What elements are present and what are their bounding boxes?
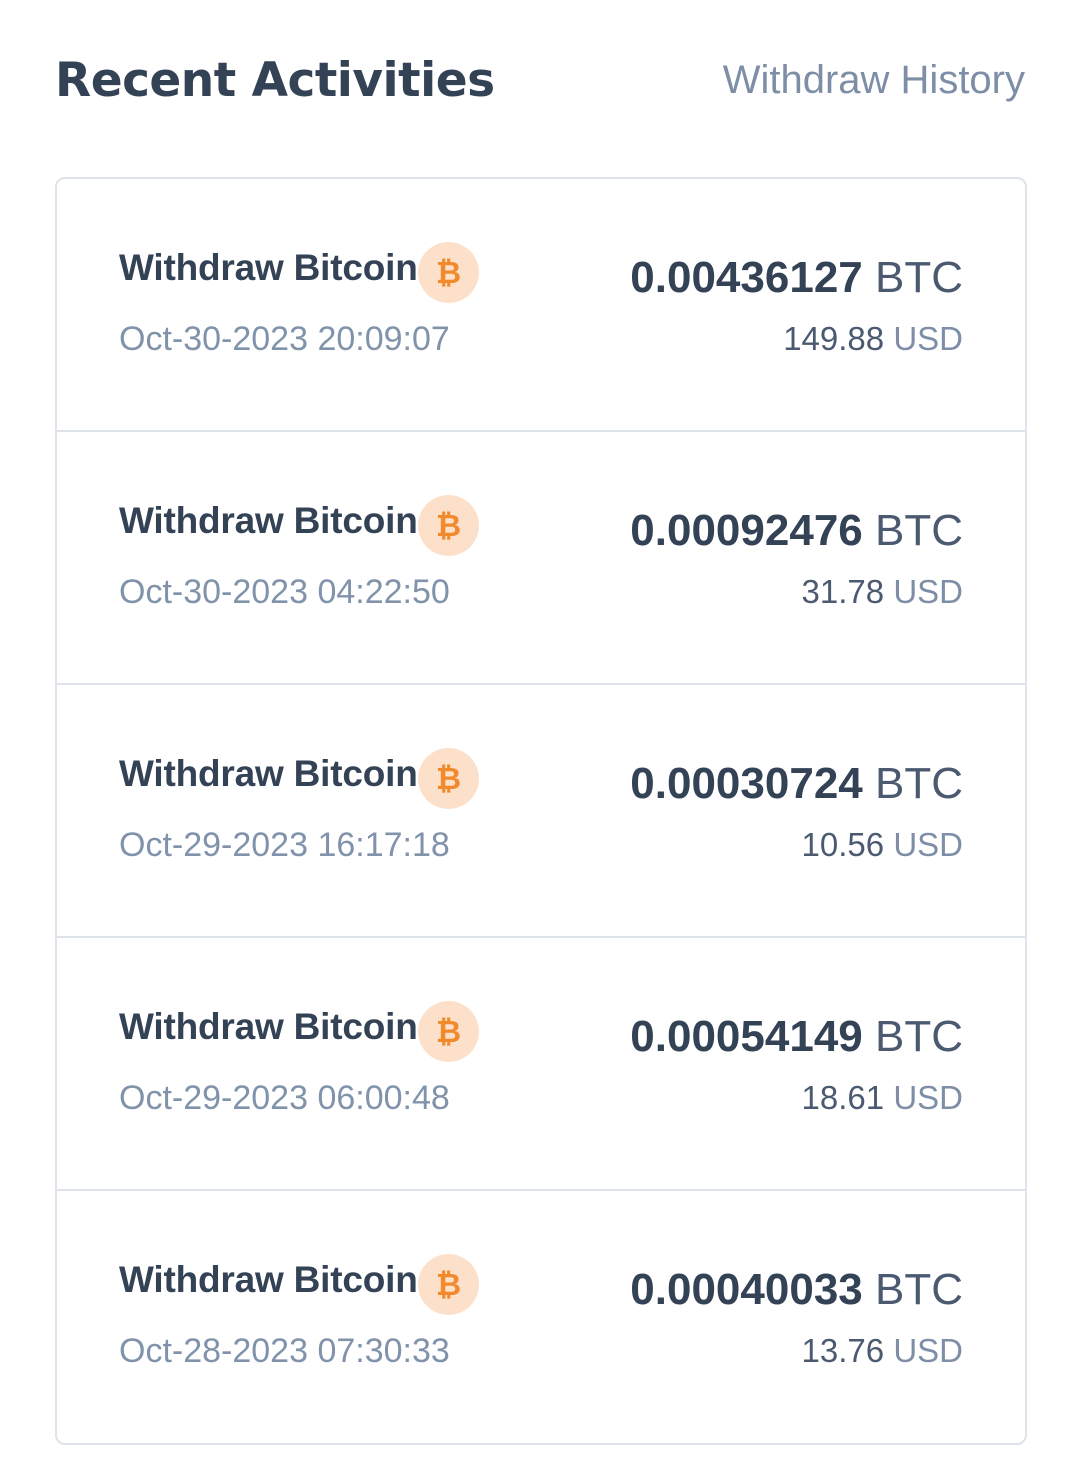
activity-fiat: 31.78 USD <box>802 573 963 611</box>
fiat-unit: USD <box>893 1079 963 1116</box>
amount-unit: BTC <box>875 1012 963 1061</box>
page-title: Recent Activities <box>55 52 495 108</box>
bitcoin-icon: ₿ <box>418 1001 479 1062</box>
activity-date: Oct-28-2023 07:30:33 <box>119 1332 450 1370</box>
activity-fiat: 10.56 USD <box>802 826 963 864</box>
bitcoin-icon: ₿ <box>418 1254 479 1315</box>
fiat-unit: USD <box>893 320 963 357</box>
activity-row[interactable]: Withdraw Bitcoin ₿ Oct-29-2023 16:17:18 … <box>57 685 1025 938</box>
activity-row[interactable]: Withdraw Bitcoin ₿ Oct-30-2023 20:09:07 … <box>57 179 1025 432</box>
fiat-value: 31.78 <box>801 573 885 610</box>
fiat-unit: USD <box>893 1332 963 1369</box>
amount-value: 0.00040033 <box>630 1265 863 1314</box>
activity-label: Withdraw Bitcoin <box>119 247 418 288</box>
amount-unit: BTC <box>875 253 963 302</box>
fiat-unit: USD <box>893 573 963 610</box>
activity-date: Oct-29-2023 16:17:18 <box>119 826 450 864</box>
amount-unit: BTC <box>875 506 963 555</box>
activity-amount: 0.00436127 BTC <box>630 253 963 303</box>
fiat-value: 149.88 <box>783 320 885 357</box>
withdraw-history-link[interactable]: Withdraw History <box>723 58 1025 103</box>
activity-label: Withdraw Bitcoin <box>119 1259 418 1300</box>
fiat-value: 13.76 <box>801 1332 885 1369</box>
activity-date: Oct-30-2023 04:22:50 <box>119 573 450 611</box>
activity-amount: 0.00030724 BTC <box>630 759 963 809</box>
bitcoin-icon: ₿ <box>418 242 479 303</box>
fiat-unit: USD <box>893 826 963 863</box>
activity-label: Withdraw Bitcoin <box>119 1006 418 1047</box>
activity-date: Oct-30-2023 20:09:07 <box>119 320 450 358</box>
activity-label: Withdraw Bitcoin <box>119 753 418 794</box>
amount-unit: BTC <box>875 759 963 808</box>
amount-unit: BTC <box>875 1265 963 1314</box>
bitcoin-icon: ₿ <box>418 748 479 809</box>
activity-list: Withdraw Bitcoin ₿ Oct-30-2023 20:09:07 … <box>55 177 1027 1445</box>
activity-fiat: 13.76 USD <box>802 1332 963 1370</box>
activity-amount: 0.00054149 BTC <box>630 1012 963 1062</box>
header: Recent Activities Withdraw History <box>55 44 1025 116</box>
activity-row[interactable]: Withdraw Bitcoin ₿ Oct-30-2023 04:22:50 … <box>57 432 1025 685</box>
bitcoin-icon: ₿ <box>418 495 479 556</box>
activity-amount: 0.00040033 BTC <box>630 1265 963 1315</box>
fiat-value: 10.56 <box>801 826 885 863</box>
activity-row[interactable]: Withdraw Bitcoin ₿ Oct-29-2023 06:00:48 … <box>57 938 1025 1191</box>
activity-row[interactable]: Withdraw Bitcoin ₿ Oct-28-2023 07:30:33 … <box>57 1191 1025 1442</box>
amount-value: 0.00030724 <box>630 759 863 808</box>
amount-value: 0.00092476 <box>630 506 863 555</box>
fiat-value: 18.61 <box>801 1079 885 1116</box>
amount-value: 0.00054149 <box>630 1012 863 1061</box>
activity-label: Withdraw Bitcoin <box>119 500 418 541</box>
activity-amount: 0.00092476 BTC <box>630 506 963 556</box>
activity-fiat: 18.61 USD <box>802 1079 963 1117</box>
activity-fiat: 149.88 USD <box>783 320 963 358</box>
amount-value: 0.00436127 <box>630 253 863 302</box>
activity-date: Oct-29-2023 06:00:48 <box>119 1079 450 1117</box>
